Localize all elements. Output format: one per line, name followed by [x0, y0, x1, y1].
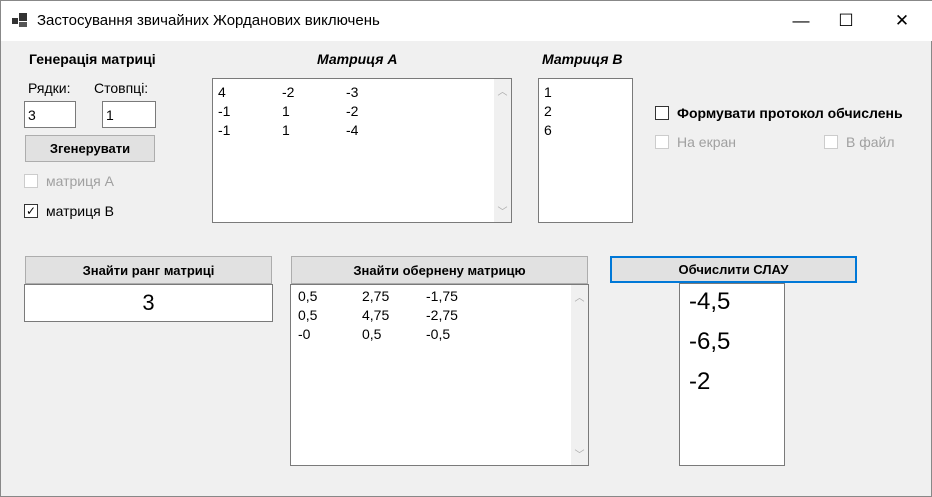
close-button[interactable]: ✕	[879, 1, 925, 41]
find-inverse-button[interactable]: Знайти обернену матрицю	[291, 256, 588, 284]
minimize-button[interactable]: —	[778, 1, 824, 41]
generate-button[interactable]: Згенерувати	[25, 135, 155, 162]
cols-label: Стовпці:	[94, 80, 149, 96]
solve-slau-button[interactable]: Обчислити СЛАУ	[610, 256, 857, 283]
matrix-b-textbox[interactable]: 1 2 6	[538, 78, 633, 223]
matrix-cell: 0,5	[362, 326, 382, 342]
scroll-up-icon[interactable]: ︿	[498, 83, 508, 98]
checkbox-icon	[824, 135, 838, 149]
matrix-cell: 4	[218, 84, 226, 100]
matrix-cell: -1,75	[426, 288, 458, 304]
matrix-cell: 0,5	[298, 307, 318, 323]
app-icon	[12, 13, 27, 27]
checkbox-icon	[24, 174, 38, 188]
scrollbar[interactable]: ︿ ﹀	[494, 79, 511, 222]
matrix-row: -1 1 -2	[218, 103, 506, 122]
scroll-down-icon[interactable]: ﹀	[575, 446, 585, 461]
maximize-button[interactable]: ☐	[823, 1, 869, 41]
scroll-down-icon[interactable]: ﹀	[498, 203, 508, 218]
matrix-b-value: 2	[544, 103, 552, 119]
file-checkbox[interactable]: В файл	[824, 134, 895, 150]
matrix-a-checkbox[interactable]: матриця А	[24, 173, 114, 189]
screen-checkbox[interactable]: На екран	[655, 134, 736, 150]
protocol-checkbox[interactable]: Формувати протокол обчислень	[655, 105, 903, 121]
matrix-cell: -0	[298, 326, 311, 342]
checkbox-icon	[655, 135, 669, 149]
matrix-cell: -1	[218, 103, 231, 119]
matrix-b-checkbox[interactable]: ✓ матриця В	[24, 203, 114, 219]
matrix-row: -1 1 -4	[218, 122, 506, 141]
matrix-cell: -4	[346, 122, 359, 138]
matrix-cell: -1	[218, 122, 231, 138]
checkbox-icon	[655, 106, 669, 120]
window-title: Застосування звичайних Жорданових виключ…	[37, 12, 380, 29]
matrix-row: 4 -2 -3	[218, 84, 506, 103]
screen-label: На екран	[677, 134, 737, 150]
matrix-a-label: матриця А	[46, 173, 114, 189]
rows-input[interactable]	[24, 101, 76, 128]
solution-value: -6,5	[689, 328, 731, 355]
matrix-b-value: 1	[544, 84, 552, 100]
matrix-row: -0 0,5 -0,5	[298, 326, 581, 345]
matrix-cell: -2	[346, 103, 359, 119]
matrix-cell: -0,5	[426, 326, 451, 342]
matrix-cell: 1	[282, 103, 290, 119]
solution-value: -4,5	[689, 288, 731, 315]
rows-label: Рядки:	[28, 80, 71, 96]
matrix-cell: -2	[282, 84, 295, 100]
matrix-cell: 0,5	[298, 288, 318, 304]
matrix-cell: 1	[282, 122, 290, 138]
cols-input[interactable]	[102, 101, 156, 128]
generation-heading: Генерація матриці	[29, 51, 156, 67]
title-bar: Застосування звичайних Жорданових виключ…	[1, 1, 932, 41]
slau-output[interactable]: -4,5 -6,5 -2	[679, 283, 785, 466]
matrix-cell: -2,75	[426, 307, 458, 323]
matrix-row: 0,5 4,75 -2,75	[298, 307, 581, 326]
checkmark-icon: ✓	[24, 204, 38, 218]
scrollbar[interactable]: ︿ ﹀	[571, 285, 588, 465]
find-rank-button[interactable]: Знайти ранг матриці	[25, 256, 272, 284]
matrix-a-title: Матриця А	[317, 51, 398, 67]
matrix-a-textbox[interactable]: 4 -2 -3 -1 1 -2 -1 1 -4 ︿ ﹀	[212, 78, 512, 223]
inverse-textbox[interactable]: 0,5 2,75 -1,75 0,5 4,75 -2,75 -0 0,5 -0,5 ︿ ﹀	[290, 284, 589, 466]
matrix-cell: 2,75	[362, 288, 390, 304]
matrix-row: 0,5 2,75 -1,75	[298, 288, 581, 307]
solution-value: -2	[689, 368, 711, 395]
matrix-b-title: Матриця В	[542, 51, 623, 67]
matrix-b-value: 6	[544, 122, 552, 138]
matrix-cell: -3	[346, 84, 359, 100]
matrix-cell: 4,75	[362, 307, 390, 323]
file-label: В файл	[846, 134, 895, 150]
matrix-b-label: матриця В	[46, 203, 114, 219]
rank-output[interactable]: 3	[24, 284, 273, 322]
scroll-up-icon[interactable]: ︿	[575, 289, 585, 304]
protocol-label: Формувати протокол обчислень	[677, 105, 903, 121]
